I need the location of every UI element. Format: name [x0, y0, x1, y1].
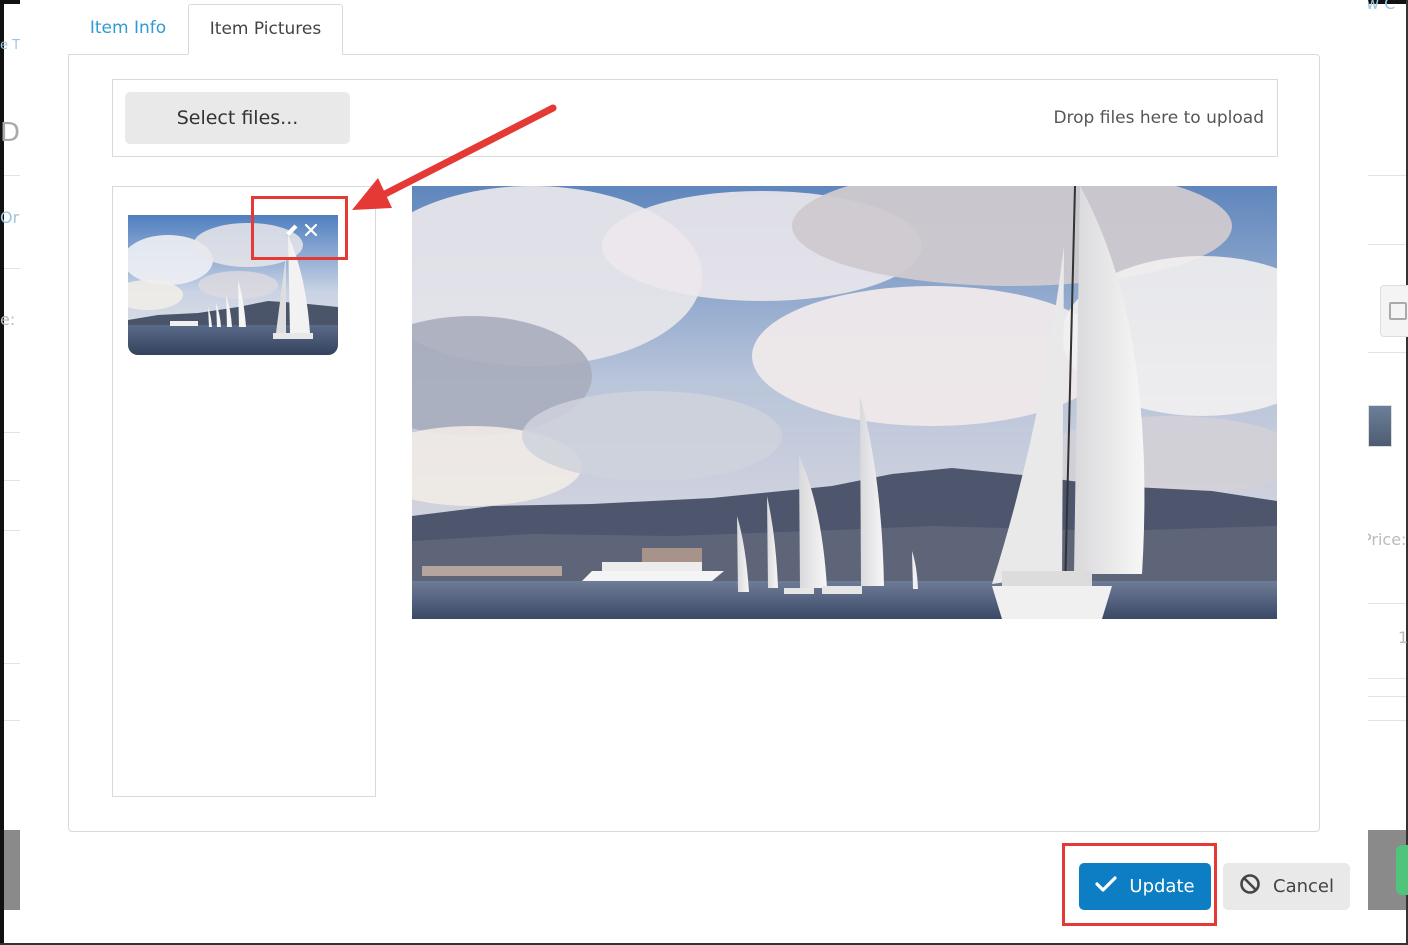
update-button[interactable]: Update	[1079, 863, 1211, 910]
tab-item-info[interactable]: Item Info	[68, 4, 188, 55]
background-divider	[1368, 720, 1406, 721]
cancel-button-label: Cancel	[1273, 876, 1334, 897]
item-dialog: Item Info Item Pictures Select files... …	[20, 0, 1368, 910]
background-fragment: e T	[0, 38, 21, 53]
background-fragment: Or	[0, 208, 20, 227]
background-divider	[4, 268, 20, 269]
background-fragment: 1	[1398, 628, 1408, 647]
select-files-button[interactable]: Select files...	[125, 92, 350, 144]
screen: e T D Or e: Price: 1 w C Item Info Item …	[0, 0, 1408, 945]
update-button-label: Update	[1129, 876, 1195, 897]
cancel-icon	[1239, 873, 1261, 900]
pencil-icon[interactable]	[282, 221, 300, 239]
background-divider	[1368, 244, 1406, 245]
background-divider	[1368, 175, 1406, 176]
background-green-button	[1396, 845, 1408, 895]
drop-hint-text: Drop files here to upload	[1053, 108, 1264, 128]
item-pictures-panel: Select files... Drop files here to uploa…	[68, 54, 1320, 832]
cancel-button[interactable]: Cancel	[1223, 863, 1350, 910]
background-divider	[4, 432, 20, 433]
thumbnail-list	[112, 186, 376, 797]
background-divider	[4, 175, 20, 176]
close-icon[interactable]	[302, 221, 320, 239]
background-fragment: w C	[1366, 0, 1396, 13]
background-thumbnail	[1368, 405, 1392, 447]
background-divider	[4, 720, 20, 721]
picture-preview	[412, 186, 1277, 619]
picture-thumbnail[interactable]	[128, 215, 338, 355]
background-fragment: D	[0, 118, 21, 148]
background-divider	[1368, 603, 1406, 604]
background-divider	[4, 530, 20, 531]
background-divider	[1368, 696, 1406, 697]
thumbnail-actions	[282, 221, 320, 239]
sailboat-preview-image	[412, 186, 1277, 619]
tab-item-pictures[interactable]: Item Pictures	[188, 4, 343, 55]
upload-dropzone[interactable]: Select files... Drop files here to uploa…	[112, 79, 1278, 157]
background-fragment: e:	[0, 310, 16, 329]
background-divider	[4, 663, 20, 664]
checkmark-icon	[1095, 875, 1117, 898]
background-divider	[1368, 678, 1406, 679]
background-fragment: Price:	[1362, 530, 1407, 549]
background-image-icon	[1380, 285, 1408, 337]
background-divider	[4, 480, 20, 481]
background-divider	[1368, 352, 1406, 353]
